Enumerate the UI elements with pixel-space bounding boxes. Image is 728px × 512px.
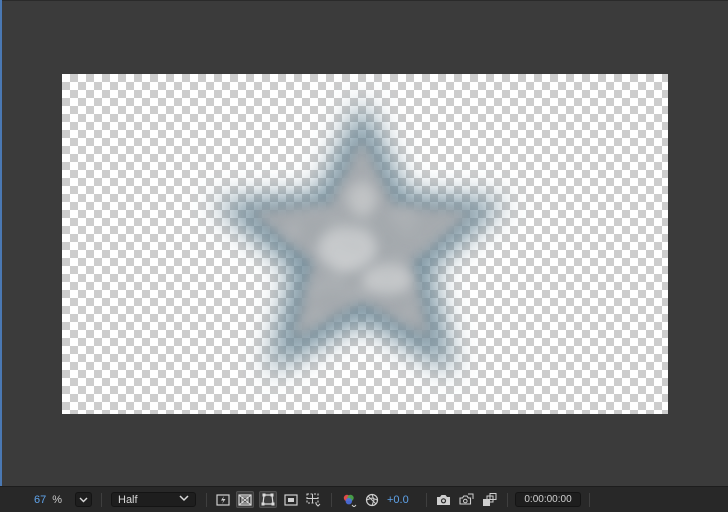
transparency-grid-button[interactable] — [236, 491, 254, 508]
show-snapshot-icon — [459, 493, 474, 505]
star-layer — [212, 99, 508, 374]
channel-button[interactable] — [340, 491, 358, 508]
exposure-readout[interactable]: +0.0 — [387, 487, 409, 512]
region-of-interest-icon — [284, 493, 298, 506]
zoom-value[interactable]: 67 — [34, 494, 46, 506]
toolbar-separator — [101, 493, 102, 507]
resolution-select[interactable]: Half — [111, 492, 196, 507]
chevron-down-icon — [179, 495, 189, 502]
toolbar-separator — [589, 493, 590, 507]
take-snapshot-button[interactable] — [434, 491, 452, 508]
viewer-area[interactable] — [2, 1, 728, 486]
color-channel-icon — [343, 494, 357, 507]
toolbar-separator — [426, 493, 427, 507]
grid-guides-button[interactable] — [304, 491, 322, 508]
region-of-interest-button[interactable] — [282, 491, 300, 508]
viewer-toolbar: 67 % Half +0.0 0:00:00:00 — [0, 486, 728, 512]
toolbar-separator — [206, 493, 207, 507]
fast-previews-icon — [216, 493, 230, 506]
reset-exposure-icon — [365, 493, 379, 506]
current-time-field[interactable]: 0:00:00:00 — [515, 492, 581, 507]
composition-viewer-panel: 67 % Half +0.0 0:00:00:00 — [0, 0, 728, 512]
zoom-menu-button[interactable] — [75, 492, 92, 507]
composition-canvas[interactable] — [62, 74, 668, 414]
views-button[interactable] — [480, 491, 498, 508]
views-icon — [482, 492, 496, 506]
chevron-down-icon — [79, 497, 88, 502]
zoom-unit: % — [52, 493, 63, 506]
zoom-readout[interactable]: 67 % — [34, 487, 62, 512]
mask-path-visibility-icon — [261, 493, 275, 506]
grid-guides-icon — [306, 492, 321, 507]
exposure-value[interactable]: +0.0 — [387, 494, 409, 506]
camera-snapshot-icon — [436, 494, 450, 505]
toolbar-separator — [331, 493, 332, 507]
timecode-value: 0:00:00:00 — [524, 494, 572, 505]
show-snapshot-button[interactable] — [457, 491, 475, 508]
resolution-value: Half — [118, 493, 138, 506]
fast-previews-button[interactable] — [214, 491, 232, 508]
reset-exposure-button[interactable] — [363, 491, 381, 508]
mask-visibility-button[interactable] — [259, 491, 277, 508]
toolbar-separator — [507, 493, 508, 507]
transparency-grid-icon — [238, 493, 252, 506]
